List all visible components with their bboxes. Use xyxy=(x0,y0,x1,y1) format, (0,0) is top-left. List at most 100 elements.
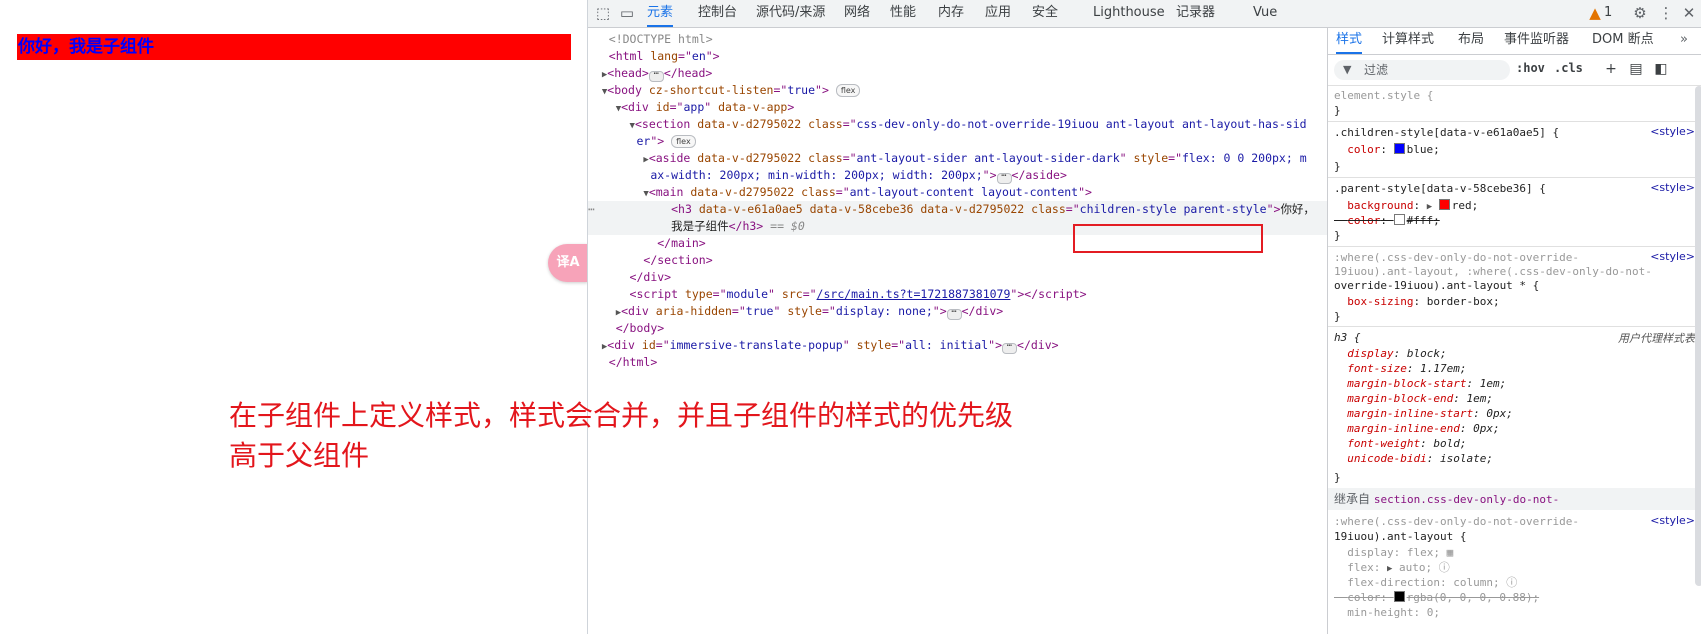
script-src-link[interactable]: /src/main.ts?t=1721887381079 xyxy=(817,287,1011,301)
new-rule-icon[interactable]: + xyxy=(1602,60,1620,78)
rule-children-style-color[interactable]: color: blue; xyxy=(1334,142,1440,157)
tab-event-listeners[interactable]: 事件监听器 xyxy=(1504,28,1569,54)
inspect-element-icon[interactable]: ⬚ xyxy=(594,4,612,22)
tab-layout[interactable]: 布局 xyxy=(1458,28,1484,54)
rule4-selector-2: 19iuou).ant-layout { xyxy=(1334,530,1467,543)
rule-parent-style-background[interactable]: background: ▶ red; xyxy=(1334,198,1478,213)
rule4-color-overridden[interactable]: color: rgba(0, 0, 0, 0.88); xyxy=(1334,590,1539,605)
rule4-min-height[interactable]: min-height: 0; xyxy=(1334,605,1440,620)
element-style-selector: element.style { xyxy=(1334,89,1434,102)
ua-prop-6[interactable]: font-weight: bold; xyxy=(1334,436,1466,451)
tab-console[interactable]: 控制台 xyxy=(698,0,737,27)
rule-box-sizing[interactable]: box-sizing: border-box; xyxy=(1334,294,1499,309)
color-swatch xyxy=(1393,591,1405,602)
tab-computed[interactable]: 计算样式 xyxy=(1382,28,1434,54)
color-swatch xyxy=(1438,199,1450,210)
rule-where-selector-2: 19iuou).ant-layout, :where(.css-dev-only… xyxy=(1334,265,1652,278)
style-source-link[interactable]: <style> xyxy=(1650,250,1695,263)
grid-editor-icon: ▦ xyxy=(1446,546,1454,559)
style-source-link[interactable]: <style> xyxy=(1650,181,1695,194)
dom-node-div-close: </div> xyxy=(629,270,672,284)
ua-prop-1[interactable]: font-size: 1.17em; xyxy=(1334,361,1466,376)
ellipsis-badge: ⋯ xyxy=(648,70,664,82)
rule4-flex-direction[interactable]: flex-direction: column; ⓘ xyxy=(1334,575,1517,590)
warning-icon[interactable]: ▲ xyxy=(1588,4,1602,22)
device-toolbar-icon[interactable]: ▭ xyxy=(618,4,636,22)
tab-vue[interactable]: Vue xyxy=(1253,0,1277,27)
sidebar-toggle-icon[interactable]: ◧ xyxy=(1652,60,1670,78)
info-icon: ⓘ xyxy=(1506,576,1518,589)
inherited-from-link[interactable]: section.css-dev-only-do-not- xyxy=(1374,493,1559,506)
dom-node-main[interactable]: ▼<main data-v-d2795022 class="ant-layout… xyxy=(588,184,1327,201)
elements-tree: <!DOCTYPE html> <html lang="en"> ▶<head>… xyxy=(588,28,1327,634)
ua-prop-4[interactable]: margin-inline-start: 0px; xyxy=(1334,406,1513,421)
more-menu-icon[interactable]: ⋮ xyxy=(1657,4,1675,22)
rule4-selector-1[interactable]: :where(.css-dev-only-do-not-override- xyxy=(1334,514,1579,529)
dom-node-body-close: </body> xyxy=(615,321,665,335)
ua-h3-selector: h3 { xyxy=(1334,331,1361,344)
child-component-heading: 你好，我是子组件 xyxy=(17,34,571,60)
styles-scrollbar[interactable] xyxy=(1695,86,1701,586)
dom-node-app[interactable]: ▼<div id="app" data-v-app> xyxy=(588,99,1327,116)
dom-node-html[interactable]: <html lang="en"> xyxy=(588,48,1327,65)
rule-where-selector-1[interactable]: :where(.css-dev-only-do-not-override- xyxy=(1334,250,1579,265)
rule-parent-style-color-overridden[interactable]: color: #fff; xyxy=(1334,213,1440,228)
style-source-link[interactable]: <style> xyxy=(1650,125,1695,138)
color-swatch xyxy=(1393,143,1405,154)
filter-input[interactable]: ▼ 过滤 xyxy=(1334,60,1510,80)
rule-parent-style-selector[interactable]: .parent-style[data-v-58cebe36] { xyxy=(1334,181,1546,196)
tab-security[interactable]: 安全 xyxy=(1032,0,1058,27)
filter-placeholder: 过滤 xyxy=(1364,63,1389,77)
paint-icon[interactable]: ▤ xyxy=(1627,60,1645,78)
hov-button[interactable]: :hov xyxy=(1516,61,1545,75)
tab-network[interactable]: 网络 xyxy=(844,0,870,27)
dom-node-section-cont: er"> flex xyxy=(588,133,1327,150)
rule4-display[interactable]: display: flex; ▦ xyxy=(1334,545,1453,560)
cls-button[interactable]: .cls xyxy=(1554,61,1583,75)
more-dots-icon: ⋯ xyxy=(588,202,595,216)
ua-prop-2[interactable]: margin-block-start: 1em; xyxy=(1334,376,1506,391)
settings-gear-icon[interactable]: ⚙ xyxy=(1631,4,1649,22)
more-tabs-icon[interactable]: » xyxy=(1680,28,1688,54)
tab-lighthouse[interactable]: Lighthouse xyxy=(1093,0,1165,27)
ellipsis-badge: ⋯ xyxy=(1002,342,1018,354)
tab-elements[interactable]: 元素 xyxy=(647,0,674,27)
devtools-panel: ⬚ ▭ 元素 控制台 源代码/来源 网络 性能 内存 应用 安全 Lightho… xyxy=(587,0,1701,634)
tab-dom-breakpoints[interactable]: DOM 断点 xyxy=(1592,28,1654,54)
tab-recorder[interactable]: 记录器 xyxy=(1176,0,1215,27)
close-icon[interactable]: ✕ xyxy=(1680,4,1698,22)
dom-node-body[interactable]: ▼<body cz-shortcut-listen="true"> flex xyxy=(588,82,1327,99)
dom-node-doctype[interactable]: <!DOCTYPE html> xyxy=(588,31,1327,48)
dom-node-aside[interactable]: ▶<aside data-v-d2795022 class="ant-layou… xyxy=(588,150,1327,167)
dom-node-popup[interactable]: ▶<div id="immersive-translate-popup" sty… xyxy=(588,337,1327,354)
tab-styles[interactable]: 样式 xyxy=(1336,28,1363,54)
rule-children-style-selector[interactable]: .children-style[data-v-e61a0ae5] { xyxy=(1334,125,1559,140)
annotation-text: 在子组件上定义样式，样式会合并，并且子组件的样式的优先级 高于父组件 xyxy=(229,396,1129,476)
styles-filter-row: ▼ 过滤 :hov .cls + ▤ ◧ xyxy=(1328,55,1701,86)
dom-node-h3-selected[interactable]: ⋯ <h3 data-v-e61a0ae5 data-v-58cebe36 da… xyxy=(588,201,1327,218)
ua-prop-0[interactable]: display: block; xyxy=(1334,346,1446,361)
tab-application[interactable]: 应用 xyxy=(985,0,1011,27)
flex-badge[interactable]: flex xyxy=(835,84,861,97)
rule-where-selector-3: override-19iuou).ant-layout * { xyxy=(1334,279,1540,292)
style-source-link[interactable]: <style> xyxy=(1650,514,1695,527)
flex-badge[interactable]: flex xyxy=(671,135,696,148)
annotation-line-2: 高于父组件 xyxy=(229,439,370,472)
ellipsis-badge: ⋯ xyxy=(996,172,1012,184)
translate-icon[interactable]: 译A xyxy=(548,244,588,282)
rule4-flex[interactable]: flex: ▶ auto; ⓘ xyxy=(1334,560,1450,575)
dom-node-head[interactable]: ▶<head> ⋯ </head> xyxy=(588,65,1327,82)
tab-memory[interactable]: 内存 xyxy=(938,0,964,27)
warning-count[interactable]: 1 xyxy=(1604,0,1612,27)
tab-sources[interactable]: 源代码/来源 xyxy=(756,0,825,27)
dom-node-script[interactable]: <script type="module" src="/src/main.ts?… xyxy=(588,286,1327,303)
dom-node-hidden-div[interactable]: ▶<div aria-hidden="true" style="display:… xyxy=(588,303,1327,320)
ua-prop-3[interactable]: margin-block-end: 1em; xyxy=(1334,391,1493,406)
color-swatch xyxy=(1393,214,1405,225)
dom-node-section[interactable]: ▼<section data-v-d2795022 class="css-dev… xyxy=(588,116,1327,133)
filter-icon: ▼ xyxy=(1343,63,1352,76)
ua-prop-7[interactable]: unicode-bidi: isolate; xyxy=(1334,451,1493,466)
ua-prop-5[interactable]: margin-inline-end: 0px; xyxy=(1334,421,1499,436)
tab-performance[interactable]: 性能 xyxy=(890,0,916,27)
rule-close: } xyxy=(1334,104,1341,117)
